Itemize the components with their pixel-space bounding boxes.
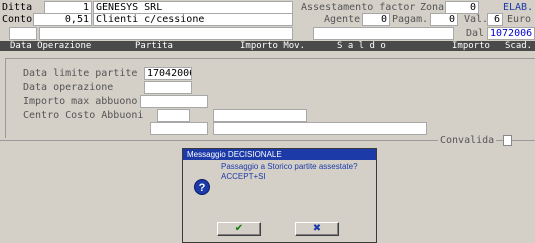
col-scad: Scad. — [505, 41, 533, 51]
pagam-field[interactable]: 0 — [430, 13, 458, 26]
zona-label: Zona — [420, 2, 445, 13]
question-icon: ? — [194, 179, 210, 195]
centro-costo-label: Centro Costo Abbuoni — [23, 110, 144, 121]
col-partita: Partita — [135, 41, 173, 51]
importo-max-field[interactable] — [140, 95, 208, 108]
centro-costo-sub-desc-field[interactable] — [213, 122, 427, 135]
conto-field[interactable]: 0,51 — [33, 13, 92, 26]
convalida-checkbox[interactable] — [503, 135, 512, 146]
importo-max-label: Importo max abbuono — [23, 96, 138, 107]
cancel-button[interactable]: ✖ — [295, 222, 339, 236]
blank-field-2[interactable] — [39, 27, 293, 40]
euro-label: Euro — [507, 14, 532, 25]
check-icon: ✔ — [234, 223, 244, 234]
data-limite-field[interactable]: 17042006 — [144, 67, 192, 80]
centro-costo-code-field[interactable] — [157, 109, 190, 122]
column-header-bar: Data Operazione Partita Importo Mov. S a… — [0, 41, 535, 51]
ditta-label: Ditta — [2, 2, 33, 13]
elab-label: ELAB. — [503, 2, 534, 13]
val-label: Val. — [464, 14, 489, 25]
centro-costo-sub-field[interactable] — [150, 122, 208, 135]
col-importo-mov: Importo Mov. — [240, 41, 306, 51]
assestamento-label: Assestamento factor — [301, 2, 416, 13]
convalida-label: Convalida — [438, 135, 497, 146]
col-importo: Importo — [452, 41, 490, 51]
val-field[interactable]: 6 — [487, 13, 503, 26]
blank-field-3[interactable] — [313, 27, 454, 40]
pagam-label: Pagam. — [392, 14, 429, 25]
dialog-message: Passaggio a Storico partite assestate? A… — [221, 162, 358, 181]
agente-label: Agente — [324, 14, 361, 25]
conto-label: Conto — [2, 14, 33, 25]
agente-field[interactable]: 0 — [362, 13, 390, 26]
data-operazione-field[interactable] — [144, 81, 192, 94]
col-saldo: S a l d o — [337, 41, 386, 51]
data-limite-label: Data limite partite — [23, 68, 138, 79]
col-data-operazione: Data Operazione — [10, 41, 92, 51]
blank-field-1[interactable] — [9, 27, 37, 40]
cross-icon: ✖ — [312, 223, 322, 234]
conto-name-field[interactable]: Clienti c/cessione — [93, 13, 293, 26]
centro-costo-desc-field[interactable] — [213, 109, 307, 122]
decision-dialog: Messaggio DECISIONALE Passaggio a Storic… — [182, 148, 377, 243]
ok-button[interactable]: ✔ — [217, 222, 261, 236]
data-operazione-label: Data operazione — [23, 82, 114, 93]
dal-field[interactable]: 1072006 — [487, 27, 535, 40]
dialog-title: Messaggio DECISIONALE — [183, 149, 376, 160]
dal-label: Dal — [466, 28, 485, 39]
